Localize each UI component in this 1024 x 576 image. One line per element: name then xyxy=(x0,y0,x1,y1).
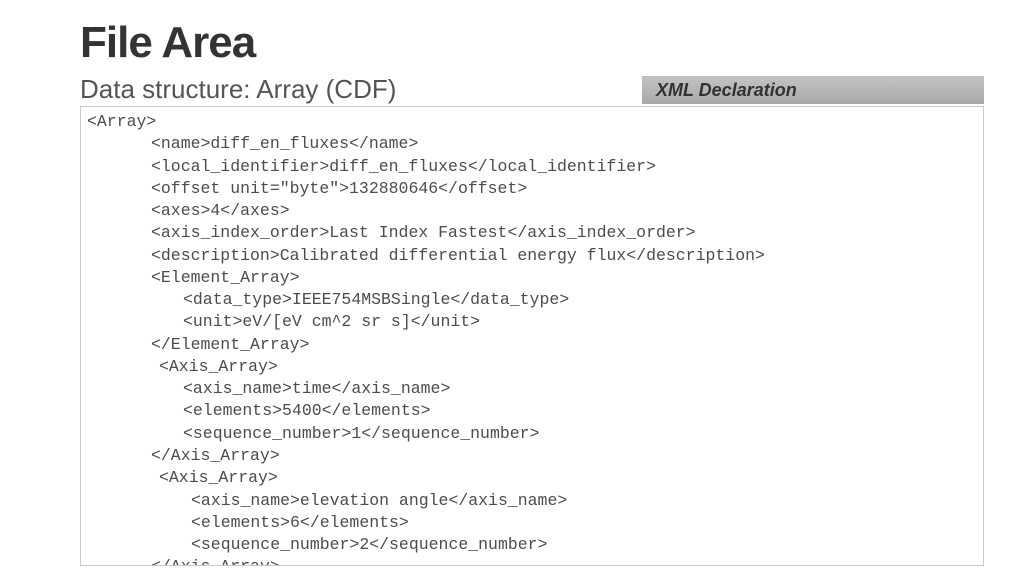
code-line: <offset unit="byte">132880646</offset> xyxy=(87,178,977,200)
code-line: <Axis_Array> xyxy=(87,356,977,378)
code-line: <axes>4</axes> xyxy=(87,200,977,222)
page-title: File Area xyxy=(80,18,984,68)
code-line: <description>Calibrated differential ene… xyxy=(87,245,977,267)
code-line: <elements>5400</elements> xyxy=(87,400,977,422)
code-line: <axis_name>elevation angle</axis_name> xyxy=(87,490,977,512)
code-line: <local_identifier>diff_en_fluxes</local_… xyxy=(87,156,977,178)
code-line: <sequence_number>2</sequence_number> xyxy=(87,534,977,556)
code-line: <name>diff_en_fluxes</name> xyxy=(87,133,977,155)
code-line: <axis_index_order>Last Index Fastest</ax… xyxy=(87,222,977,244)
code-line: <elements>6</elements> xyxy=(87,512,977,534)
code-line: <Axis_Array> xyxy=(87,467,977,489)
code-line: </Axis_Array> xyxy=(87,445,977,467)
xml-declaration-label: XML Declaration xyxy=(642,76,984,104)
code-line: <Array> xyxy=(87,111,977,133)
code-line: <Element_Array> xyxy=(87,267,977,289)
code-line: <axis_name>time</axis_name> xyxy=(87,378,977,400)
code-box: <Array><name>diff_en_fluxes</name><local… xyxy=(80,106,984,566)
code-line: </Element_Array> xyxy=(87,334,977,356)
code-line: <data_type>IEEE754MSBSingle</data_type> xyxy=(87,289,977,311)
subtitle-row: Data structure: Array (CDF) XML Declarat… xyxy=(80,74,984,104)
code-line: </Axis_Array> xyxy=(87,556,977,566)
code-line: <unit>eV/[eV cm^2 sr s]</unit> xyxy=(87,311,977,333)
code-line: <sequence_number>1</sequence_number> xyxy=(87,423,977,445)
